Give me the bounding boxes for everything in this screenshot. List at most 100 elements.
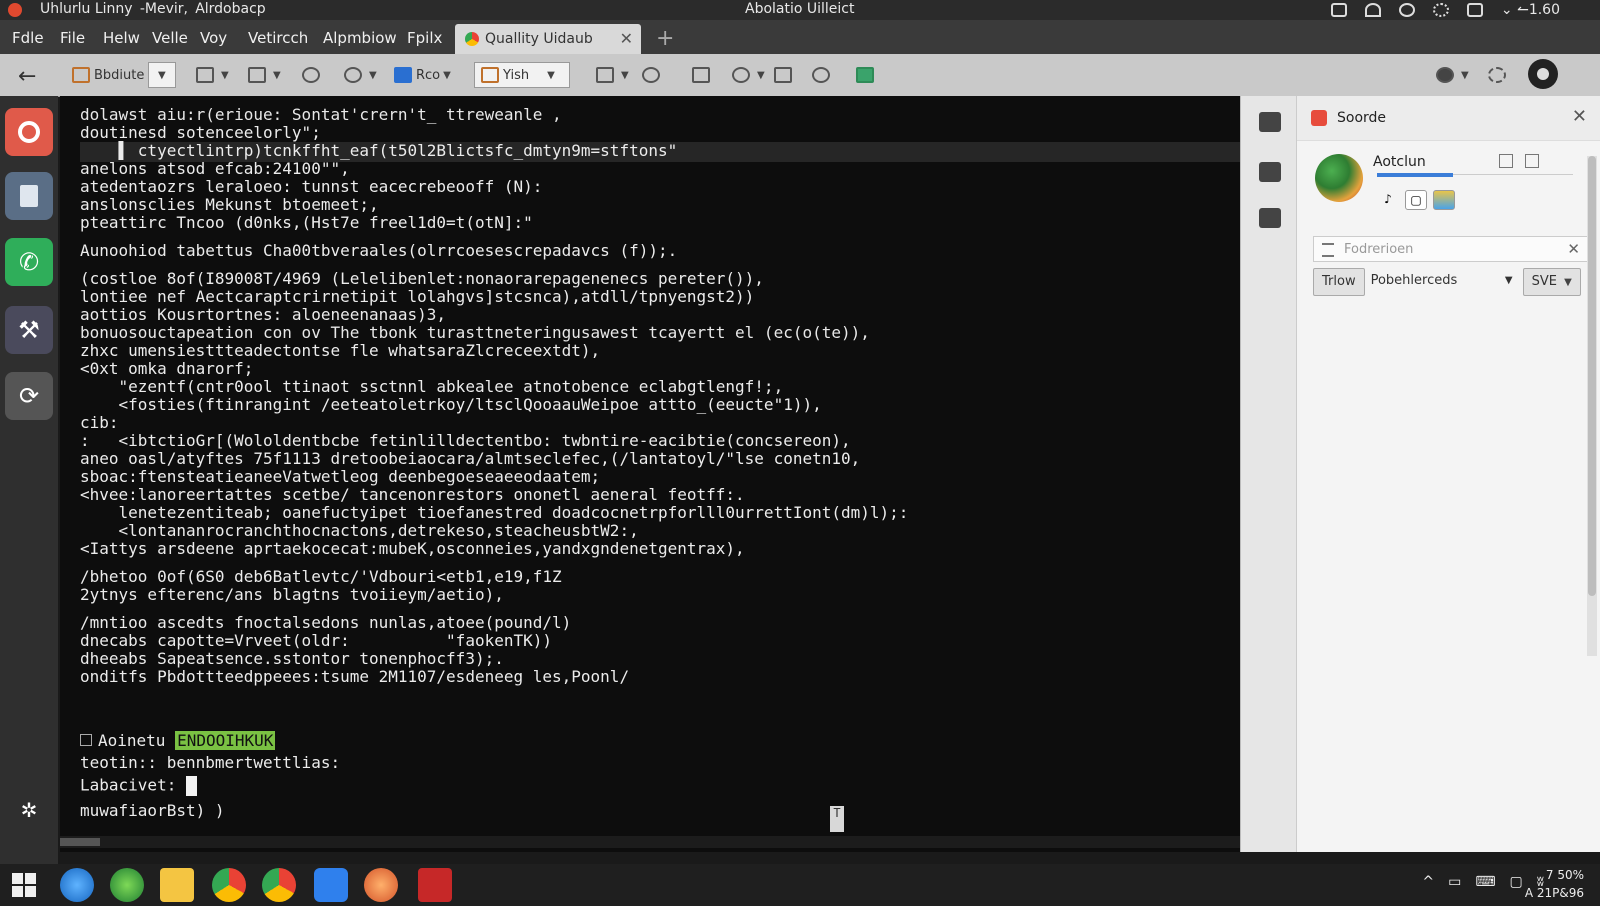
avatar[interactable] [1315, 154, 1363, 202]
toolbar-edit-button[interactable]: ▼ [248, 62, 281, 88]
panel-select[interactable]: Pobehlerceds ▼ [1371, 268, 1517, 296]
menu-item-alpmbiow[interactable]: Alpmbiow [323, 29, 397, 47]
toolbar-help-button[interactable] [812, 62, 834, 88]
terminal-line: /mntioo ascedts fnoctalsedons nunlas,ato… [80, 613, 572, 632]
display-icon[interactable]: ▢ [1510, 874, 1523, 890]
panel-scrollbar-thumb[interactable] [1588, 156, 1596, 596]
export-icon[interactable] [1259, 208, 1281, 228]
message-icon[interactable] [1466, 3, 1483, 17]
sync-dock-icon[interactable]: ⟳ [5, 372, 53, 420]
restore-icon[interactable] [1499, 154, 1513, 168]
scrollbar-thumb[interactable] [60, 838, 100, 846]
app-red-icon[interactable] [418, 868, 452, 902]
new-tab-button[interactable]: + [656, 26, 674, 51]
terminal-line: atedentaozrs leraloeo: tunnst eacecrebeo… [80, 177, 543, 196]
toolbar-grid-button[interactable]: ▼ [196, 62, 229, 88]
apps-grid-dock-icon[interactable]: ✲ [5, 786, 53, 834]
phone-dock-icon[interactable]: ✆ [5, 238, 53, 286]
toolbox-icon[interactable] [1259, 112, 1281, 132]
toolbar-users-button[interactable] [302, 62, 324, 88]
image-icon [856, 67, 874, 83]
tab-close-icon[interactable]: ✕ [620, 29, 633, 48]
wifi-icon[interactable] [1364, 3, 1381, 17]
toolbar-dropdown[interactable]: ▼ [148, 62, 176, 88]
edge-icon[interactable] [60, 868, 94, 902]
window-icon[interactable]: ▭ [1448, 874, 1461, 890]
menu-item-voy[interactable]: Voy [200, 29, 227, 47]
terminal-line: onditfs Pbdottteedppeees:tsume 2M1107/es… [80, 667, 630, 686]
user-name: Aotclun [1373, 154, 1426, 170]
terminal-pane[interactable]: dolawst aiu:r(erioue: Sontat'crern't_ tt… [60, 96, 1240, 852]
settings-icon[interactable] [1432, 3, 1449, 17]
prompt-line-4: muwafiaorBst) ) [80, 801, 225, 820]
folder-icon [481, 67, 499, 83]
list-icon[interactable] [1433, 190, 1455, 210]
panel-scrollbar[interactable] [1587, 156, 1597, 656]
document-icon[interactable] [1330, 3, 1347, 17]
note-icon[interactable]: ▢ [1405, 190, 1427, 210]
app-icon[interactable] [8, 3, 22, 17]
toolbar-reo-button[interactable]: Rco ▼ [394, 62, 451, 88]
toolbar-account-button[interactable]: ▼ [1436, 62, 1469, 88]
clear-filter-icon[interactable]: ✕ [1567, 240, 1580, 258]
keyboard-icon[interactable]: ⌨ [1475, 874, 1495, 890]
tab-quality[interactable]: Quallity Uidaub ✕ [455, 24, 641, 54]
table-icon[interactable] [1259, 162, 1281, 182]
toolbar-link-button[interactable] [642, 62, 664, 88]
menu-item-helw[interactable]: Helw [103, 29, 140, 47]
terminal-line: pteattirc Tncoo (d0nks,(Hst7e freel1d0=t… [80, 213, 533, 232]
menu-item-vetircch[interactable]: Vetircch [248, 29, 308, 47]
profile-button[interactable] [1528, 59, 1558, 89]
terminal-line: bonuosouctapeation con ov The tbonk tura… [80, 323, 870, 342]
chevron-up-icon[interactable]: ^ [1422, 874, 1434, 890]
filter-input[interactable]: Fodrerioen ✕ [1313, 236, 1589, 262]
terminal-scroll-button[interactable]: T [830, 806, 844, 832]
firefox-icon[interactable] [364, 868, 398, 902]
prompt-badge: ENDOOIHKUK [175, 731, 276, 750]
chrome-icon[interactable] [1398, 3, 1415, 17]
chrome-icon[interactable] [212, 868, 246, 902]
toolbar-user-button[interactable]: ▼ [344, 62, 377, 88]
menu-item-velle[interactable]: Velle [152, 29, 188, 47]
terminal-line: zhxc umensiesttteadectontse fle whatsara… [80, 341, 601, 360]
panel-close-icon[interactable]: ✕ [1572, 106, 1587, 127]
back-arrow-icon[interactable]: ← [18, 64, 36, 89]
account-icon [1436, 67, 1454, 83]
menu-item-fpilx[interactable]: Fpilx [407, 29, 442, 47]
files-dock-icon[interactable] [5, 172, 53, 220]
title-bar: Uhlurlu Linny -Mevir, Alrdobacp Abolatio… [0, 0, 1600, 20]
start-button[interactable] [12, 873, 36, 897]
trlow-button[interactable]: Trlow [1313, 268, 1365, 296]
clock[interactable]: 7 50% A 21P&96 [1525, 866, 1584, 902]
sve-button[interactable]: SVE ▼ [1522, 268, 1581, 296]
folder-icon[interactable] [160, 868, 194, 902]
tools-dock-icon[interactable]: ⚒ [5, 306, 53, 354]
prompt-line-1: Aoinetu ENDOOIHKUK [80, 731, 276, 750]
toolbar-settings-button[interactable] [1488, 62, 1510, 88]
grid-icon [196, 67, 214, 83]
toolbar-list-button[interactable]: ▼ [596, 62, 629, 88]
filter-placeholder: Fodrerioen [1344, 242, 1414, 257]
toolbar-folder-button[interactable]: Bbdiute [72, 62, 144, 88]
edit-icon [248, 67, 266, 83]
grid-view-icon[interactable] [1525, 154, 1539, 168]
terminal-line: anslonsclies Mekunst btoemeet;, [80, 195, 379, 214]
menu-item-fdle[interactable]: Fdle [12, 29, 44, 47]
toolbar-share-button[interactable] [692, 62, 714, 88]
menu-item-file[interactable]: File [60, 29, 85, 47]
share-icon [692, 67, 710, 83]
store-icon[interactable] [314, 868, 348, 902]
toolbar-refresh-button[interactable]: ▼ [732, 62, 765, 88]
toolbar-image-button[interactable] [856, 62, 878, 88]
terminal-line: aottios Kousrtortnes: aloeneenanaas)3, [80, 305, 447, 324]
toolbar-yish-select[interactable]: Yish ▼ [474, 62, 570, 88]
chrome-alt-icon[interactable] [262, 868, 296, 902]
browser-favicon-icon [465, 32, 479, 46]
bell-icon[interactable]: ♪ [1377, 190, 1399, 210]
app-green-icon[interactable] [110, 868, 144, 902]
terminal-line: cib: [80, 413, 119, 432]
terminal-horizontal-scrollbar[interactable] [60, 836, 1240, 848]
toolbar-tools-button[interactable] [774, 62, 796, 88]
tab-label: Quallity Uidaub [485, 31, 593, 47]
ubuntu-dock-icon[interactable] [5, 108, 53, 156]
